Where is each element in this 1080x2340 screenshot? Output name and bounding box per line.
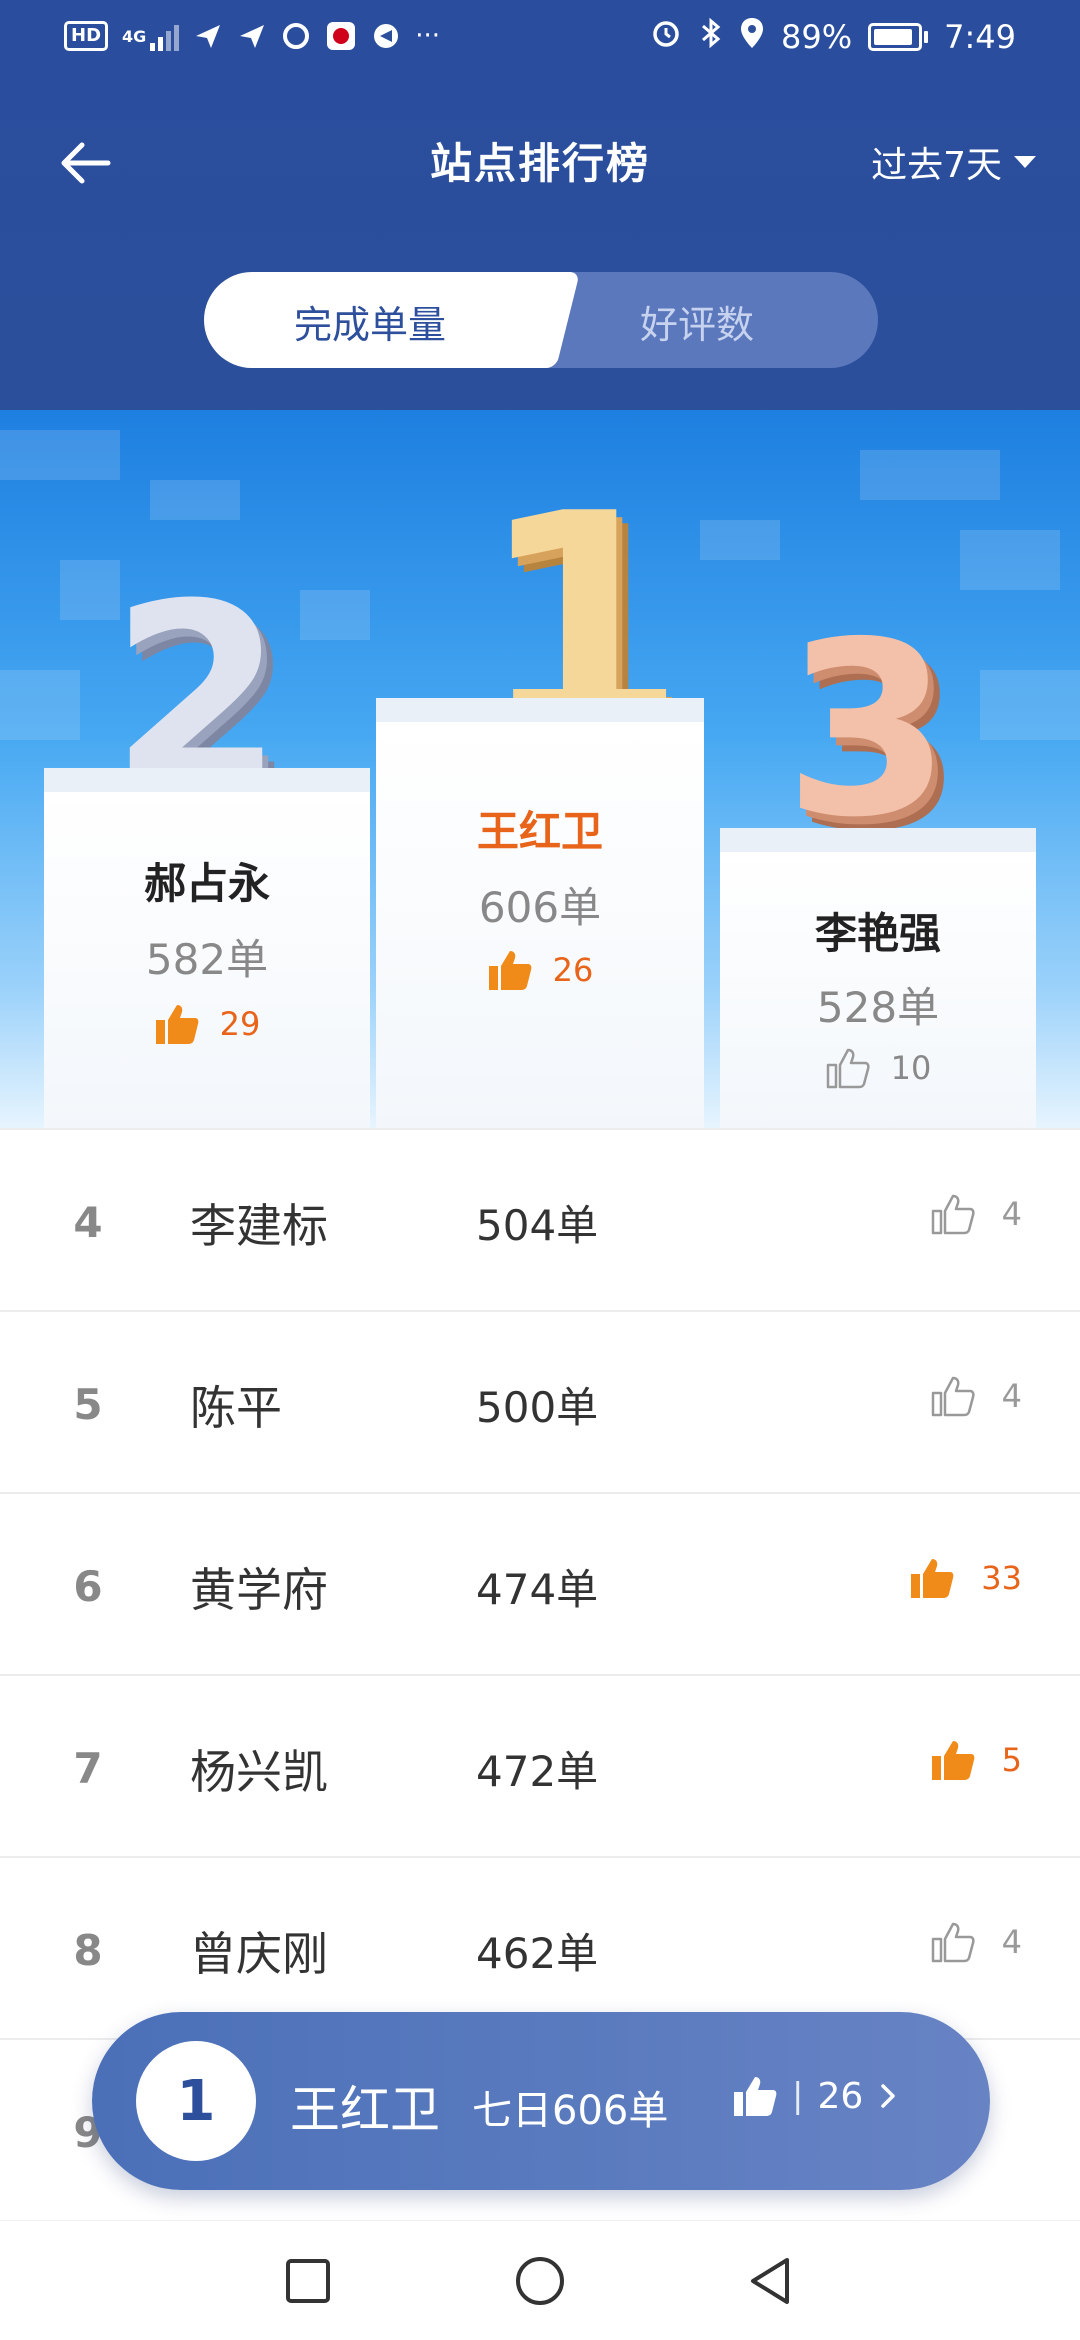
thumbs-up-outline-icon <box>931 1376 975 1417</box>
app-icon <box>371 18 401 54</box>
period-label: 过去7天 <box>871 145 1002 186</box>
list-item-likes-count: 5 <box>1001 1741 1022 1779</box>
more-icon: ··· <box>415 21 441 51</box>
list-item-count: 504单 <box>476 1201 599 1250</box>
podium-second[interactable]: 郝占永 582单 29 <box>44 768 370 1130</box>
separator: | <box>792 2076 804 2116</box>
podium-third-name: 李艳强 <box>814 909 941 958</box>
recent-apps-button[interactable] <box>276 2249 340 2313</box>
clock-time: 7:49 <box>944 18 1016 56</box>
podium-first-count: 606单 <box>478 883 602 932</box>
thumbs-up-filled-icon <box>931 1741 975 1780</box>
list-item-count: 474单 <box>476 1565 599 1614</box>
podium-third-likes-count: 10 <box>890 1049 932 1087</box>
thumbs-up-filled-icon <box>155 1005 199 1044</box>
chevron-right-icon <box>881 2084 896 2108</box>
status-icons-right: 89% 7:49 <box>649 16 1016 58</box>
list-item[interactable]: 6 黄学府 474单 33 <box>0 1492 1080 1674</box>
list-item-rank: 5 <box>73 1380 103 1429</box>
my-rank-likes: | 26 <box>732 2074 899 2118</box>
list-item[interactable]: 7 杨兴凯 472单 5 <box>0 1674 1080 1856</box>
caret-down-icon <box>1014 156 1036 168</box>
list-item-rank: 8 <box>73 1926 103 1975</box>
paper-plane-icon <box>237 18 267 54</box>
list-item-rank: 6 <box>73 1562 103 1611</box>
list-item-name: 黄学府 <box>190 1563 328 1617</box>
list-item-likes-count: 33 <box>981 1559 1022 1597</box>
my-rank-name: 王红卫 <box>290 2081 440 2139</box>
podium-first-likes-count: 26 <box>552 951 594 989</box>
status-bar: HD 4G ··· 89% 7:49 <box>0 0 1080 76</box>
list-item[interactable]: 5 陈平 500单 4 <box>0 1310 1080 1492</box>
battery-percent: 89% <box>781 18 853 56</box>
list-item-likes[interactable]: 4 <box>930 1374 1022 1418</box>
list-item-likes[interactable]: 4 <box>930 1192 1022 1236</box>
my-rank-badge: 1 <box>136 2041 256 2161</box>
podium-third-count: 528单 <box>816 983 940 1032</box>
header: HD 4G ··· 89% 7:49 站点排行榜 过去7天 完成单量 好评数 <box>0 0 1080 410</box>
list-item-likes-count: 4 <box>1001 1195 1022 1233</box>
list-item-likes[interactable]: 5 <box>930 1738 1022 1782</box>
podium-second-likes: 29 <box>44 1002 370 1046</box>
podium-third[interactable]: 李艳强 528单 10 <box>720 828 1036 1130</box>
bank-app-icon <box>325 18 357 54</box>
list-item-count: 462单 <box>476 1929 599 1978</box>
circle-icon <box>516 2257 564 2305</box>
list-item[interactable]: 8 曾庆刚 462单 4 <box>0 1856 1080 2038</box>
list-item-likes-count: 4 <box>1001 1377 1022 1415</box>
back-nav-button[interactable] <box>738 2249 802 2313</box>
triangle-back-icon <box>751 2258 789 2304</box>
status-icons-left: HD 4G ··· <box>64 18 440 54</box>
podium-second-count: 582单 <box>145 935 269 984</box>
list-item-rank: 7 <box>73 1744 103 1793</box>
tab-label-good-reviews[interactable]: 好评数 <box>640 294 754 349</box>
list-item-count: 472单 <box>476 1747 599 1796</box>
bluetooth-icon <box>699 16 723 58</box>
podium-first-name: 王红卫 <box>476 807 603 856</box>
my-rank-bar[interactable]: 1 王红卫 七日606单 | 26 <box>92 2012 990 2190</box>
podium-first-likes: 26 <box>376 948 704 992</box>
network-label: 4G <box>122 26 147 46</box>
battery-icon <box>868 23 929 51</box>
alarm-icon <box>649 16 683 58</box>
app-icon <box>281 18 311 54</box>
metric-tabs: 完成单量 好评数 <box>204 272 878 368</box>
my-rank-summary: 七日606单 <box>472 2088 669 2134</box>
list-item-likes[interactable]: 33 <box>909 1556 1022 1600</box>
podium-first[interactable]: 王红卫 606单 26 <box>376 698 704 1130</box>
nav-bar: 站点排行榜 过去7天 <box>0 100 1080 220</box>
list-item-name: 陈平 <box>190 1381 282 1435</box>
podium-second-name: 郝占永 <box>143 859 270 908</box>
home-button[interactable] <box>508 2249 572 2313</box>
podium: 2 3 郝占永 582单 29 1 王红卫 606单 26 李艳强 528单 1… <box>0 410 1080 1130</box>
podium-second-likes-count: 29 <box>219 1005 261 1043</box>
podium-third-likes: 10 <box>720 1046 1036 1090</box>
list-item[interactable]: 4 李建标 504单 4 <box>0 1128 1080 1310</box>
my-rank-likes-count: 26 <box>817 2075 864 2117</box>
system-navigation-bar <box>0 2220 1080 2340</box>
thumbs-up-outline-icon <box>826 1048 870 1089</box>
square-icon <box>286 2259 330 2303</box>
location-icon <box>739 16 765 58</box>
hd-icon: HD <box>64 21 109 51</box>
list-item-count: 500单 <box>476 1383 599 1432</box>
list-item-likes[interactable]: 4 <box>930 1920 1022 1964</box>
list-item-likes-count: 4 <box>1001 1923 1022 1961</box>
list-item-rank: 4 <box>73 1198 103 1247</box>
tab-label-completed-orders[interactable]: 完成单量 <box>294 294 446 349</box>
thumbs-up-outline-icon <box>931 1194 975 1235</box>
thumbs-up-filled-icon <box>734 2077 777 2116</box>
4g-signal-icon: 4G <box>122 18 180 54</box>
thumbs-up-outline-icon <box>931 1922 975 1963</box>
paper-plane-icon <box>193 18 223 54</box>
thumbs-up-filled-icon <box>911 1559 954 1598</box>
period-dropdown[interactable]: 过去7天 <box>871 136 1036 188</box>
list-item-name: 杨兴凯 <box>190 1745 328 1799</box>
list-item-name: 曾庆刚 <box>190 1927 328 1981</box>
thumbs-up-filled-icon <box>488 951 532 990</box>
list-item-name: 李建标 <box>190 1199 328 1253</box>
